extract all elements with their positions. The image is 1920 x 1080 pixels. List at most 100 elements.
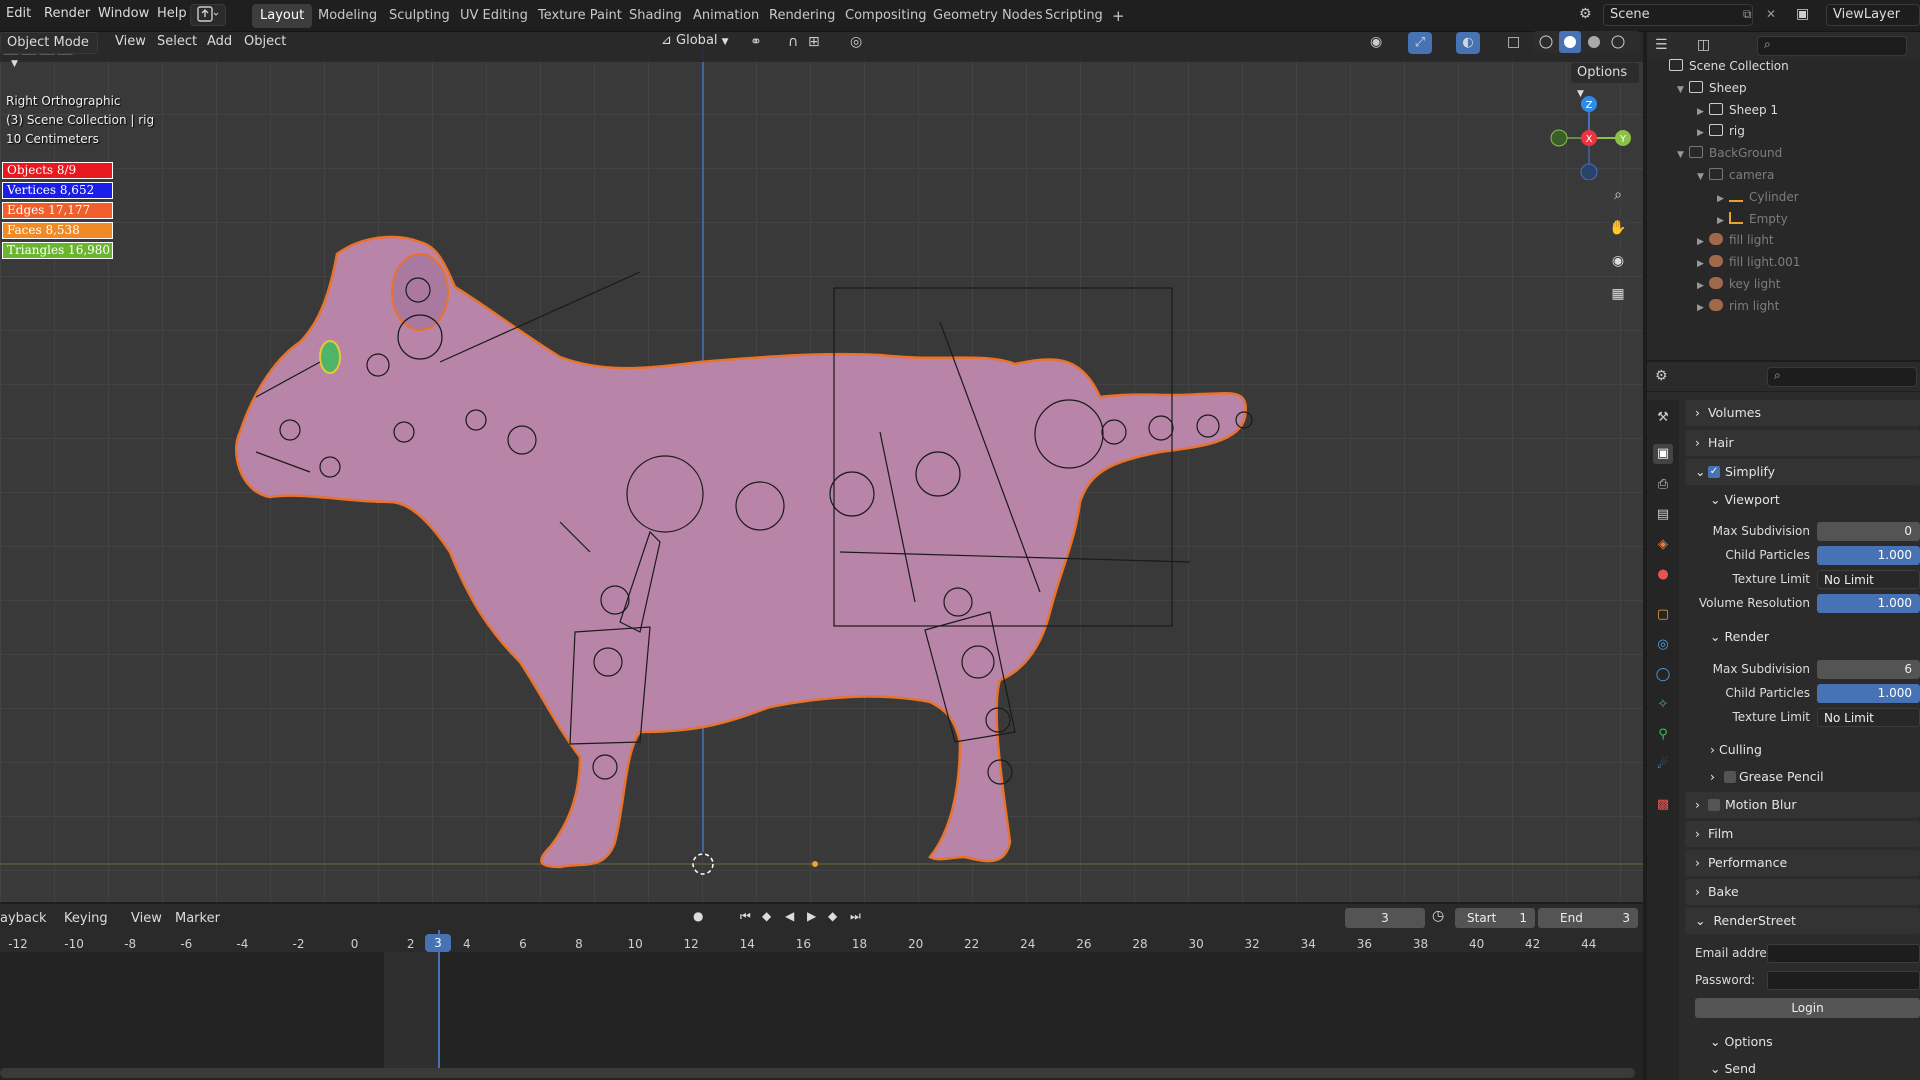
expand-right-icon[interactable]: ▶ <box>1697 276 1709 296</box>
tab-rendering[interactable]: Rendering <box>761 4 843 28</box>
r-child-particles-field[interactable]: 1.000 <box>1817 684 1920 703</box>
view-layer-icon[interactable]: ▣ <box>1796 6 1809 22</box>
gizmo-toggle-icon[interactable]: ⤢ <box>1408 32 1432 54</box>
record-icon[interactable]: ● <box>693 909 703 923</box>
pivot-icon[interactable]: ⚭ <box>750 34 762 50</box>
horizontal-scrollbar[interactable] <box>0 1068 1635 1078</box>
hand-pan-icon[interactable]: ✋ <box>1605 215 1631 241</box>
physics-icon[interactable]: ✧ <box>1653 695 1673 715</box>
grease-pencil-checkbox[interactable] <box>1724 771 1736 783</box>
editor-type-icon[interactable]: ⚙ <box>1655 368 1668 384</box>
jump-start-icon[interactable]: ⏮ <box>740 909 751 924</box>
proportional-edit-icon[interactable]: ◎ <box>850 34 862 50</box>
expand-right-icon[interactable]: ▶ <box>1697 232 1709 252</box>
end-frame-field[interactable]: End 3 <box>1538 908 1638 928</box>
next-keyframe-icon[interactable]: ◆ <box>828 909 837 923</box>
panel-film[interactable]: › Film <box>1685 821 1920 847</box>
prev-keyframe-icon[interactable]: ◆ <box>762 909 771 923</box>
expand-right-icon[interactable]: ▶ <box>1697 254 1709 274</box>
email-field[interactable] <box>1767 944 1920 963</box>
subpanel-render[interactable]: ⌄ Render <box>1710 629 1769 644</box>
vp-texture-limit-dropdown[interactable]: No Limit <box>1817 570 1920 589</box>
constraints-icon[interactable]: ⚲ <box>1653 725 1673 745</box>
outliner-item[interactable]: ▶ rim light <box>1697 296 1779 316</box>
outliner-item[interactable]: ▶ rig <box>1697 121 1745 141</box>
play-icon[interactable]: ▶ <box>807 909 816 923</box>
menu-select[interactable]: Select <box>157 34 197 49</box>
tab-scripting[interactable]: Scripting <box>1037 4 1111 28</box>
tool-icon[interactable]: ⚒ <box>1653 408 1673 428</box>
menu-view[interactable]: View <box>115 34 146 49</box>
subpanel-grease-pencil[interactable]: › Grease Pencil <box>1710 769 1824 784</box>
3d-viewport[interactable]: Z Y X ⌕ ✋ ◉ ▦ Right Orthographic (3) Sce… <box>0 32 1643 902</box>
overlay-toggle-icon[interactable]: ◐ <box>1456 32 1480 54</box>
zoom-icon[interactable]: ⌕ <box>1605 182 1631 208</box>
outliner-item[interactable]: ▶ Sheep 1 <box>1697 100 1778 120</box>
current-frame-indicator[interactable]: 3 <box>425 934 451 952</box>
snap-icon[interactable]: ∩ <box>788 34 798 50</box>
tab-animation[interactable]: Animation <box>685 4 767 28</box>
menu-add[interactable]: Add <box>207 34 232 49</box>
outliner-search-input[interactable]: ⌕ <box>1757 36 1907 56</box>
panel-renderstreet[interactable]: ⌄ RenderStreet <box>1685 908 1920 934</box>
subpanel-send[interactable]: ⌄ Send <box>1710 1061 1756 1076</box>
vp-volume-resolution-field[interactable]: 1.000 <box>1817 594 1920 613</box>
expand-right-icon[interactable]: ▶ <box>1697 123 1709 143</box>
particles-icon[interactable]: ◯ <box>1653 665 1673 685</box>
menu-edit[interactable]: Edit <box>6 6 31 21</box>
object-icon[interactable]: ▢ <box>1653 605 1673 625</box>
login-button[interactable]: Login <box>1695 998 1920 1018</box>
scene-selector[interactable]: Scene <box>1603 4 1753 26</box>
modifier-icon[interactable]: ◎ <box>1653 635 1673 655</box>
panel-motion-blur[interactable]: › Motion Blur <box>1685 792 1920 818</box>
menu-playback[interactable]: ayback <box>0 911 47 926</box>
filter-icon[interactable]: ◫ <box>1697 37 1710 53</box>
expand-right-icon[interactable]: ▶ <box>1717 211 1729 231</box>
editor-type-button[interactable] <box>190 4 226 26</box>
outliner-item[interactable]: Scene Collection <box>1657 56 1789 76</box>
world-icon[interactable]: ● <box>1653 565 1673 585</box>
camera-icon[interactable]: ◉ <box>1605 248 1631 274</box>
properties-search-input[interactable]: ⌕ <box>1767 367 1917 387</box>
outliner-item[interactable]: ▶ fill light <box>1697 230 1774 250</box>
scene-tab-icon[interactable]: ◈ <box>1653 535 1673 555</box>
outliner-item[interactable]: ▶ key light <box>1697 274 1780 294</box>
jump-end-icon[interactable]: ⏭ <box>850 909 861 924</box>
menu-render[interactable]: Render <box>44 6 90 21</box>
render-icon[interactable]: ▣ <box>1653 444 1673 464</box>
transform-orientation-dropdown[interactable]: ⊿ Global ▼ <box>655 31 741 53</box>
mode-selector[interactable]: Object Mode ▼ <box>0 32 98 69</box>
panel-hair[interactable]: › Hair <box>1685 430 1920 456</box>
copy-scene-icon[interactable]: ⧉ <box>1743 7 1752 22</box>
tab-sculpting[interactable]: Sculpting <box>381 4 458 28</box>
outliner-item[interactable]: ▼ BackGround <box>1677 143 1782 163</box>
subpanel-viewport[interactable]: ⌄ Viewport <box>1710 492 1780 507</box>
options-dropdown[interactable]: Options ▼ <box>1570 62 1640 99</box>
expand-right-icon[interactable]: ▶ <box>1717 189 1729 209</box>
expand-down-icon[interactable]: ▼ <box>1697 167 1709 187</box>
menu-window[interactable]: Window <box>98 6 149 21</box>
output-icon[interactable]: ⎙ <box>1653 475 1673 495</box>
menu-keying[interactable]: Keying <box>64 911 108 926</box>
grid-ortho-icon[interactable]: ▦ <box>1605 281 1631 307</box>
start-frame-field[interactable]: Start 1 <box>1455 908 1535 928</box>
panel-simplify[interactable]: ⌄ ✓ Simplify <box>1685 459 1920 485</box>
panel-bake[interactable]: › Bake <box>1685 879 1920 905</box>
r-texture-limit-dropdown[interactable]: No Limit <box>1817 708 1920 727</box>
outliner-item[interactable]: ▶ Empty <box>1717 209 1788 229</box>
menu-help[interactable]: Help <box>157 6 187 21</box>
vp-max-subdivision-field[interactable]: 0 <box>1817 522 1920 541</box>
scene-icon[interactable]: ⚙ <box>1579 6 1592 22</box>
snap-target-icon[interactable]: ⊞ <box>808 34 820 50</box>
data-icon[interactable]: ☄ <box>1653 755 1673 775</box>
simplify-checkbox[interactable]: ✓ <box>1708 466 1720 478</box>
close-icon[interactable]: ✕ <box>1766 7 1776 21</box>
tab-geometry-nodes[interactable]: Geometry Nodes <box>925 4 1051 28</box>
visibility-icon[interactable]: ◉ <box>1370 34 1382 50</box>
add-workspace-button[interactable]: + <box>1104 4 1133 28</box>
tab-texture-paint[interactable]: Texture Paint <box>530 4 630 28</box>
outliner-item[interactable]: ▶ Cylinder <box>1717 187 1799 207</box>
panel-performance[interactable]: › Performance <box>1685 850 1920 876</box>
outliner-item[interactable]: ▼ camera <box>1697 165 1774 185</box>
navigation-gizmo[interactable]: Z Y X <box>1545 90 1635 180</box>
